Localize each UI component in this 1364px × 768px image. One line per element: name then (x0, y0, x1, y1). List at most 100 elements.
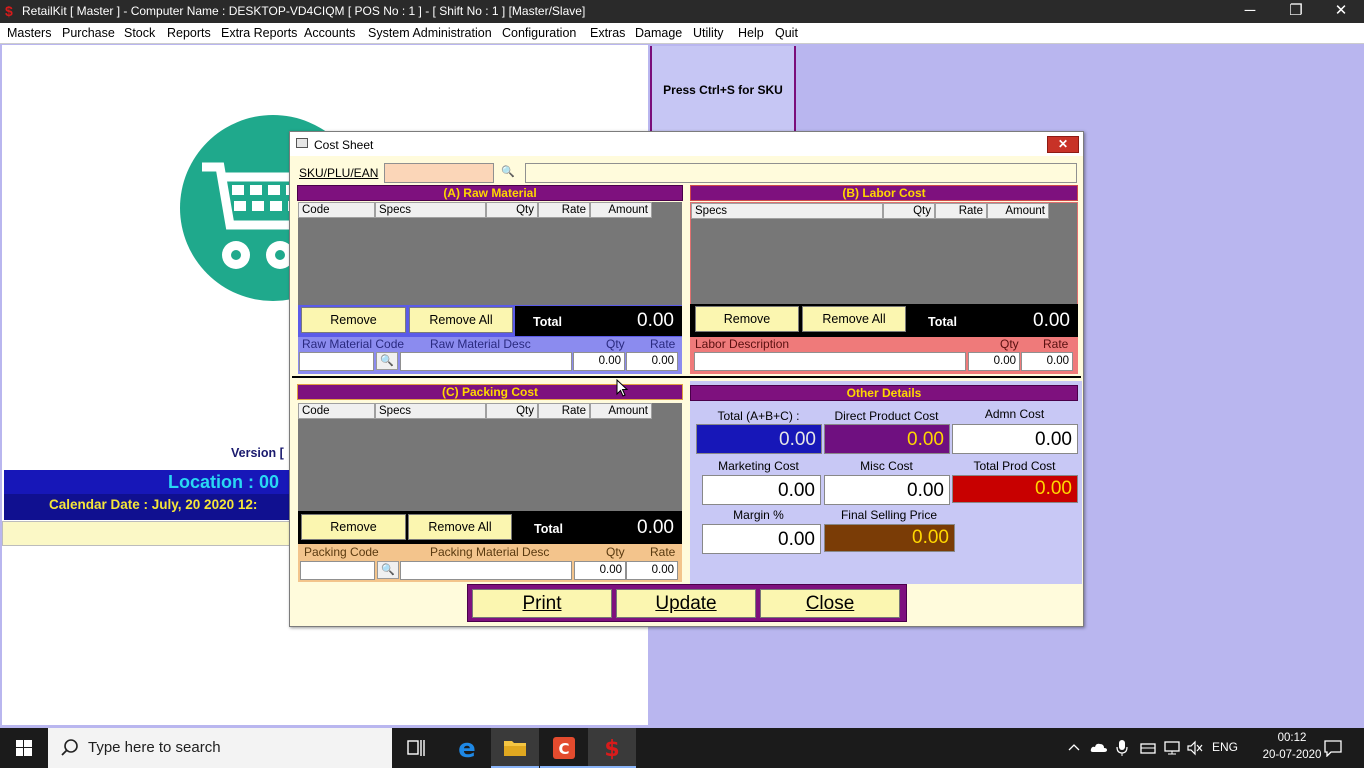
network-icon[interactable] (1163, 740, 1181, 756)
packing-qty-input[interactable]: 0.00 (574, 561, 626, 580)
remove-all-raw-material-button[interactable]: Remove All (409, 307, 513, 333)
menu-configuration[interactable]: Configuration (502, 26, 576, 40)
grid-column-rate[interactable]: Rate (538, 202, 590, 218)
packing-desc-input[interactable] (400, 561, 572, 580)
close-window-button[interactable]: ✕ (1318, 0, 1364, 23)
screen-capture-app[interactable]: C (540, 728, 588, 768)
other-details-header: Other Details (690, 385, 1078, 401)
packing-rate-input[interactable]: 0.00 (626, 561, 678, 580)
folder-icon (504, 741, 526, 756)
menu-utility[interactable]: Utility (693, 26, 724, 40)
grid-column-qty[interactable]: Qty (486, 403, 538, 419)
marketing-cost-input[interactable]: 0.00 (702, 475, 821, 505)
grid-column-code[interactable]: Code (298, 202, 375, 218)
dialog-title: Cost Sheet (314, 138, 374, 152)
grid-column-amount[interactable]: Amount (987, 203, 1049, 219)
title-bar: $ RetailKit [ Master ] - Computer Name :… (0, 0, 1364, 23)
menu-damage[interactable]: Damage (635, 26, 682, 40)
windows-icon (16, 740, 32, 756)
other-details-panel: Other Details Total (A+B+C) : Direct Pro… (690, 381, 1082, 584)
speaker-muted-icon[interactable] (1186, 740, 1204, 756)
search-box[interactable]: Type here to search (48, 728, 392, 768)
chevron-up-icon[interactable] (1066, 740, 1082, 756)
binoculars-icon[interactable]: 🔍 (377, 561, 399, 579)
storage-icon[interactable] (1139, 740, 1157, 756)
svg-text:e: e (458, 734, 476, 764)
print-button[interactable]: Print (472, 589, 612, 618)
sku-input[interactable] (384, 163, 494, 183)
grid-column-amount[interactable]: Amount (590, 403, 652, 419)
grid-column-amount[interactable]: Amount (590, 202, 652, 218)
remove-packing-button[interactable]: Remove (301, 514, 406, 540)
labor-cost-total-bar: Total 0.00 (910, 306, 1078, 336)
grid-column-code[interactable]: Code (298, 403, 375, 419)
misc-cost-input[interactable]: 0.00 (824, 475, 950, 505)
labor-qty-input[interactable]: 0.00 (968, 352, 1020, 371)
edge-app[interactable]: e (443, 728, 491, 768)
minimize-button[interactable]: ─ (1227, 0, 1273, 23)
grid-column-specs[interactable]: Specs (691, 203, 883, 219)
grid-column-qty[interactable]: Qty (883, 203, 935, 219)
menu-quit[interactable]: Quit (775, 26, 798, 40)
menu-purchase[interactable]: Purchase (62, 26, 115, 40)
microphone-icon[interactable] (1115, 739, 1129, 757)
notification-icon[interactable] (1323, 739, 1343, 757)
margin-input[interactable]: 0.00 (702, 524, 821, 554)
close-button[interactable]: Close (760, 589, 900, 618)
raw-material-qty-input[interactable]: 0.00 (573, 352, 625, 371)
menu-reports[interactable]: Reports (167, 26, 211, 40)
menu-extra-reports[interactable]: Extra Reports (221, 26, 297, 40)
update-button[interactable]: Update (616, 589, 756, 618)
menu-extras[interactable]: Extras (590, 26, 625, 40)
taskbar: Type here to search e C $ ENG 00:12 20-0… (0, 728, 1364, 768)
restore-button[interactable]: ❐ (1273, 0, 1319, 23)
raw-material-rate-input[interactable]: 0.00 (626, 352, 678, 371)
misc-cost-label: Misc Cost (860, 459, 913, 473)
remove-all-labor-button[interactable]: Remove All (802, 306, 906, 332)
packing-code-input[interactable] (300, 561, 375, 580)
grid-column-qty[interactable]: Qty (486, 202, 538, 218)
search-icon (61, 739, 78, 756)
packing-cost-grid[interactable]: Code Specs Qty Rate Amount (298, 403, 682, 511)
cloud-icon[interactable] (1089, 740, 1109, 756)
remove-raw-material-button[interactable]: Remove (301, 307, 406, 333)
location-banner: Location : 00 (4, 470, 304, 494)
remove-labor-button[interactable]: Remove (695, 306, 799, 332)
raw-material-desc-input[interactable] (400, 352, 572, 371)
direct-cost-label: Direct Product Cost (834, 409, 939, 423)
grid-column-specs[interactable]: Specs (375, 403, 486, 419)
language-indicator[interactable]: ENG (1212, 740, 1238, 754)
menu-accounts[interactable]: Accounts (304, 26, 355, 40)
packing-total-bar: Total 0.00 (516, 513, 682, 543)
binoculars-icon[interactable]: 🔍 (497, 164, 519, 182)
binoculars-icon[interactable]: 🔍 (376, 352, 398, 370)
labor-cost-grid[interactable]: Specs Qty Rate Amount (690, 202, 1078, 305)
search-placeholder: Type here to search (88, 739, 221, 756)
dialog-close-button[interactable]: ✕ (1047, 136, 1079, 153)
svg-text:$: $ (604, 737, 619, 762)
file-explorer-app[interactable] (491, 728, 539, 768)
mouse-cursor-icon (616, 379, 628, 397)
menu-system-administration[interactable]: System Administration (368, 26, 492, 40)
marketing-cost-label: Marketing Cost (718, 459, 799, 473)
start-button[interactable] (0, 728, 48, 768)
capture-icon: C (553, 737, 575, 759)
labor-rate-input[interactable]: 0.00 (1021, 352, 1073, 371)
admn-cost-input[interactable]: 0.00 (952, 424, 1078, 454)
raw-material-code-input[interactable] (299, 352, 374, 371)
raw-material-code-label: Raw Material Code (302, 337, 405, 351)
raw-material-grid[interactable]: Code Specs Qty Rate Amount (298, 202, 682, 305)
labor-description-input[interactable] (694, 352, 966, 371)
clock-date[interactable]: 20-07-2020 (1254, 749, 1330, 761)
menu-help[interactable]: Help (738, 26, 764, 40)
clock-time[interactable]: 00:12 (1264, 732, 1320, 744)
grid-column-rate[interactable]: Rate (538, 403, 590, 419)
retailkit-app[interactable]: $ (588, 728, 636, 768)
task-view-button[interactable] (392, 728, 440, 768)
grid-column-specs[interactable]: Specs (375, 202, 486, 218)
grid-column-rate[interactable]: Rate (935, 203, 987, 219)
menu-stock[interactable]: Stock (124, 26, 155, 40)
sku-description-field[interactable] (525, 163, 1077, 183)
menu-masters[interactable]: Masters (7, 26, 51, 40)
remove-all-packing-button[interactable]: Remove All (408, 514, 512, 540)
